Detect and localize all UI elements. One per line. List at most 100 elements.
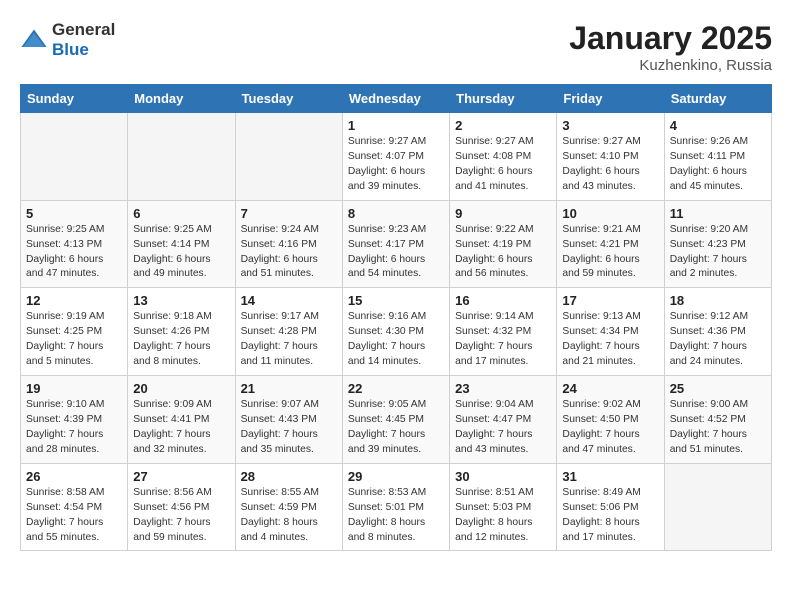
weekday-header-friday: Friday: [557, 85, 664, 113]
calendar-day-cell: 2Sunrise: 9:27 AM Sunset: 4:08 PM Daylig…: [450, 113, 557, 201]
day-number: 4: [670, 118, 766, 133]
calendar-day-cell: 7 Sunrise: 9:24 AM Sunset: 4:16 PM Daylig…: [235, 200, 342, 288]
day-info: Sunrise: 9:02 AM Sunset: 4:50 PM Dayligh…: [562, 398, 658, 458]
calendar-day-cell: 28 Sunrise: 8:55 AM Sunset: 4:59 PM Dayli…: [235, 463, 342, 551]
weekday-header-sunday: Sunday: [21, 85, 128, 113]
calendar-week-row: 1Sunrise: 9:27 AM Sunset: 4:07 PM Daylig…: [21, 113, 772, 201]
day-info: Sunrise: 8:55 AM Sunset: 4:59 PM Dayligh…: [241, 486, 337, 546]
weekday-header-saturday: Saturday: [664, 85, 771, 113]
day-number: 24: [562, 381, 658, 396]
day-info: Sunrise: 9:13 AM Sunset: 4:34 PM Dayligh…: [562, 310, 658, 370]
day-number: 13: [133, 293, 229, 308]
weekday-header-thursday: Thursday: [450, 85, 557, 113]
day-number: 6: [133, 206, 229, 221]
day-info: Sunrise: 8:51 AM Sunset: 5:03 PM Dayligh…: [455, 486, 551, 546]
day-info: Sunrise: 8:49 AM Sunset: 5:06 PM Dayligh…: [562, 486, 658, 546]
day-number: 31: [562, 469, 658, 484]
day-number: 1: [348, 118, 444, 133]
day-info: Sunrise: 9:24 AM Sunset: 4:16 PM Dayligh…: [241, 223, 337, 283]
day-number: 3: [562, 118, 658, 133]
day-info: Sunrise: 9:10 AM Sunset: 4:39 PM Dayligh…: [26, 398, 122, 458]
calendar-day-cell: 8 Sunrise: 9:23 AM Sunset: 4:17 PM Daylig…: [342, 200, 449, 288]
calendar-day-cell: 18 Sunrise: 9:12 AM Sunset: 4:36 PM Dayli…: [664, 288, 771, 376]
day-info: Sunrise: 9:19 AM Sunset: 4:25 PM Dayligh…: [26, 310, 122, 370]
calendar-week-row: 12 Sunrise: 9:19 AM Sunset: 4:25 PM Dayli…: [21, 288, 772, 376]
calendar-day-cell: 22 Sunrise: 9:05 AM Sunset: 4:45 PM Dayli…: [342, 376, 449, 464]
day-number: 5: [26, 206, 122, 221]
day-info: Sunrise: 9:07 AM Sunset: 4:43 PM Dayligh…: [241, 398, 337, 458]
calendar-day-cell: [664, 463, 771, 551]
day-number: 30: [455, 469, 551, 484]
day-number: 12: [26, 293, 122, 308]
day-info: Sunrise: 9:23 AM Sunset: 4:17 PM Dayligh…: [348, 223, 444, 283]
day-info: Sunrise: 9:27 AM Sunset: 4:10 PM Dayligh…: [562, 135, 658, 195]
calendar-day-cell: 23 Sunrise: 9:04 AM Sunset: 4:47 PM Dayli…: [450, 376, 557, 464]
day-info: Sunrise: 9:14 AM Sunset: 4:32 PM Dayligh…: [455, 310, 551, 370]
day-number: 2: [455, 118, 551, 133]
calendar-day-cell: 14 Sunrise: 9:17 AM Sunset: 4:28 PM Dayli…: [235, 288, 342, 376]
calendar-day-cell: 4 Sunrise: 9:26 AM Sunset: 4:11 PM Daylig…: [664, 113, 771, 201]
day-number: 8: [348, 206, 444, 221]
day-info: Sunrise: 9:16 AM Sunset: 4:30 PM Dayligh…: [348, 310, 444, 370]
day-number: 18: [670, 293, 766, 308]
calendar-day-cell: 15 Sunrise: 9:16 AM Sunset: 4:30 PM Dayli…: [342, 288, 449, 376]
day-info: Sunrise: 9:05 AM Sunset: 4:45 PM Dayligh…: [348, 398, 444, 458]
weekday-header-row: SundayMondayTuesdayWednesdayThursdayFrid…: [21, 85, 772, 113]
day-number: 25: [670, 381, 766, 396]
day-number: 21: [241, 381, 337, 396]
day-info: Sunrise: 8:56 AM Sunset: 4:56 PM Dayligh…: [133, 486, 229, 546]
day-number: 23: [455, 381, 551, 396]
calendar-day-cell: 11Sunrise: 9:20 AM Sunset: 4:23 PM Dayli…: [664, 200, 771, 288]
day-number: 7: [241, 206, 337, 221]
weekday-header-monday: Monday: [128, 85, 235, 113]
calendar-day-cell: 30 Sunrise: 8:51 AM Sunset: 5:03 PM Dayli…: [450, 463, 557, 551]
day-number: 28: [241, 469, 337, 484]
day-number: 29: [348, 469, 444, 484]
calendar-day-cell: 16 Sunrise: 9:14 AM Sunset: 4:32 PM Dayli…: [450, 288, 557, 376]
page-header: General Blue January 2025 Kuzhenkino, Ru…: [20, 20, 772, 74]
title-block: January 2025 Kuzhenkino, Russia: [569, 20, 772, 74]
calendar-day-cell: 5 Sunrise: 9:25 AM Sunset: 4:13 PM Daylig…: [21, 200, 128, 288]
calendar-day-cell: 25 Sunrise: 9:00 AM Sunset: 4:52 PM Dayli…: [664, 376, 771, 464]
day-number: 15: [348, 293, 444, 308]
day-info: Sunrise: 9:21 AM Sunset: 4:21 PM Dayligh…: [562, 223, 658, 283]
calendar-day-cell: 31 Sunrise: 8:49 AM Sunset: 5:06 PM Dayli…: [557, 463, 664, 551]
day-info: Sunrise: 9:04 AM Sunset: 4:47 PM Dayligh…: [455, 398, 551, 458]
day-number: 19: [26, 381, 122, 396]
day-number: 26: [26, 469, 122, 484]
day-number: 16: [455, 293, 551, 308]
calendar-table: SundayMondayTuesdayWednesdayThursdayFrid…: [20, 84, 772, 551]
day-number: 22: [348, 381, 444, 396]
day-number: 17: [562, 293, 658, 308]
month-title: January 2025: [569, 20, 772, 57]
day-info: Sunrise: 9:25 AM Sunset: 4:13 PM Dayligh…: [26, 223, 122, 283]
calendar-day-cell: 13Sunrise: 9:18 AM Sunset: 4:26 PM Dayli…: [128, 288, 235, 376]
day-info: Sunrise: 8:58 AM Sunset: 4:54 PM Dayligh…: [26, 486, 122, 546]
calendar-week-row: 19 Sunrise: 9:10 AM Sunset: 4:39 PM Dayli…: [21, 376, 772, 464]
logo-blue: Blue: [52, 40, 115, 60]
day-info: Sunrise: 9:12 AM Sunset: 4:36 PM Dayligh…: [670, 310, 766, 370]
calendar-day-cell: 1Sunrise: 9:27 AM Sunset: 4:07 PM Daylig…: [342, 113, 449, 201]
calendar-week-row: 5 Sunrise: 9:25 AM Sunset: 4:13 PM Daylig…: [21, 200, 772, 288]
calendar-day-cell: 24 Sunrise: 9:02 AM Sunset: 4:50 PM Dayli…: [557, 376, 664, 464]
day-number: 11: [670, 206, 766, 221]
day-info: Sunrise: 9:25 AM Sunset: 4:14 PM Dayligh…: [133, 223, 229, 283]
day-info: Sunrise: 9:26 AM Sunset: 4:11 PM Dayligh…: [670, 135, 766, 195]
calendar-day-cell: [235, 113, 342, 201]
calendar-day-cell: 26 Sunrise: 8:58 AM Sunset: 4:54 PM Dayli…: [21, 463, 128, 551]
weekday-header-wednesday: Wednesday: [342, 85, 449, 113]
logo: General Blue: [20, 20, 115, 59]
day-info: Sunrise: 8:53 AM Sunset: 5:01 PM Dayligh…: [348, 486, 444, 546]
day-info: Sunrise: 9:17 AM Sunset: 4:28 PM Dayligh…: [241, 310, 337, 370]
calendar-day-cell: 6 Sunrise: 9:25 AM Sunset: 4:14 PM Daylig…: [128, 200, 235, 288]
day-number: 10: [562, 206, 658, 221]
weekday-header-tuesday: Tuesday: [235, 85, 342, 113]
calendar-day-cell: 3 Sunrise: 9:27 AM Sunset: 4:10 PM Daylig…: [557, 113, 664, 201]
day-number: 14: [241, 293, 337, 308]
calendar-day-cell: 29 Sunrise: 8:53 AM Sunset: 5:01 PM Dayli…: [342, 463, 449, 551]
calendar-day-cell: [21, 113, 128, 201]
calendar-day-cell: 19 Sunrise: 9:10 AM Sunset: 4:39 PM Dayli…: [21, 376, 128, 464]
day-number: 9: [455, 206, 551, 221]
logo-general: General: [52, 20, 115, 40]
day-info: Sunrise: 9:00 AM Sunset: 4:52 PM Dayligh…: [670, 398, 766, 458]
